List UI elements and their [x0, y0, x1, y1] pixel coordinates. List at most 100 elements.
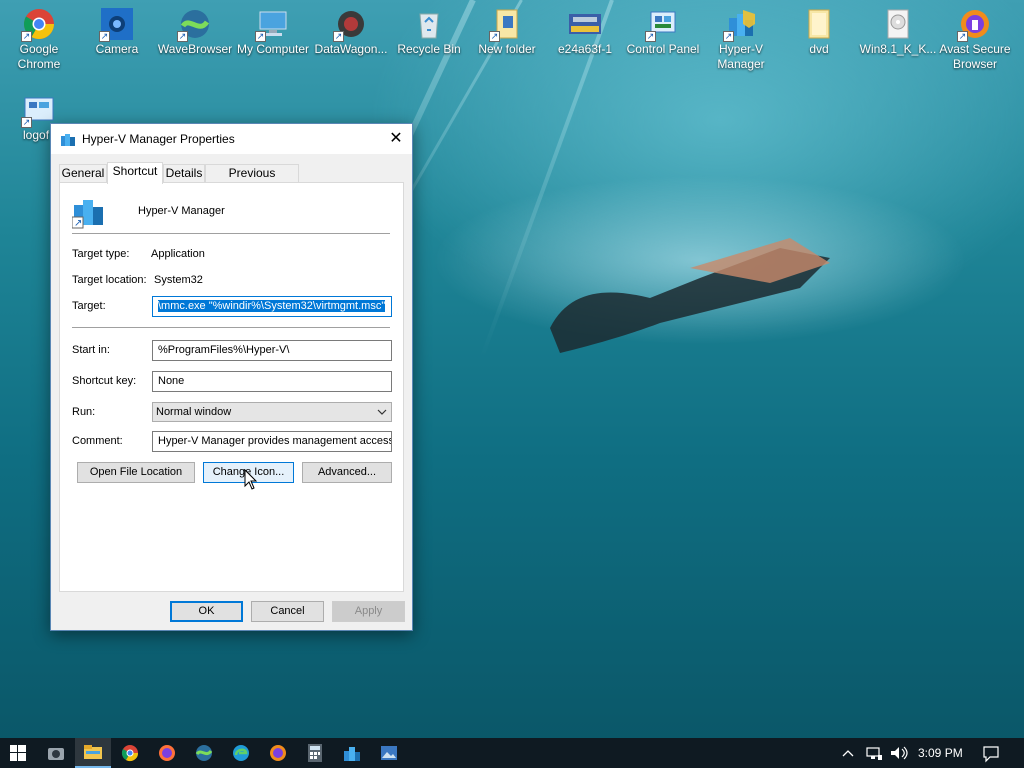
- desktop-icon-e24a63f[interactable]: e24a63f-1: [546, 0, 624, 57]
- network-tray-button[interactable]: [865, 738, 883, 768]
- desktop-icon-win81[interactable]: Win8.1_K_K...: [858, 0, 938, 57]
- photos-icon: [381, 746, 397, 760]
- hyperv-icon: [344, 747, 360, 761]
- desktop-icon-label: Recycle Bin: [397, 42, 461, 56]
- avast-browser-icon: [270, 745, 286, 761]
- start-in-field[interactable]: %ProgramFiles%\Hyper-V\: [152, 340, 392, 361]
- taskbar-file-explorer[interactable]: [75, 738, 111, 768]
- taskbar: 3:09 PM: [0, 738, 1024, 768]
- hyperv-icon: ↗: [71, 195, 106, 229]
- mouse-cursor-icon: [244, 469, 258, 490]
- desktop-icon-label: e24a63f-1: [557, 42, 613, 56]
- comment-label: Comment:: [72, 435, 123, 447]
- properties-dialog: Hyper-V Manager Properties ✕ General Sho…: [50, 123, 413, 631]
- chevron-up-icon: [842, 750, 854, 757]
- control-panel-icon: ↗: [645, 8, 679, 42]
- start-button[interactable]: [0, 738, 36, 768]
- desktop-icon-label: My Computer: [236, 42, 310, 56]
- run-select-value: Normal window: [156, 406, 232, 418]
- desktop-icon-datawagon[interactable]: ↗ DataWagon...: [312, 0, 390, 57]
- target-type-value: Application: [151, 248, 205, 260]
- cancel-button[interactable]: Cancel: [251, 601, 324, 622]
- desktop-icon-google-chrome[interactable]: ↗ Google Chrome: [0, 0, 78, 72]
- logoff-shortcut-icon: ↗: [21, 94, 55, 128]
- hyperv-icon: ↗: [723, 8, 757, 42]
- camera-icon: [48, 748, 64, 760]
- taskbar-edge[interactable]: [223, 738, 259, 768]
- wallpaper-diver: [550, 238, 830, 353]
- desktop-icon-dvd[interactable]: dvd: [780, 0, 858, 57]
- target-label: Target:: [72, 300, 106, 312]
- chrome-icon: ↗: [21, 8, 55, 42]
- network-icon: [866, 747, 882, 760]
- desktop-icon-camera[interactable]: ↗ Camera: [78, 0, 156, 57]
- run-label: Run:: [72, 406, 96, 418]
- computer-icon: ↗: [255, 8, 289, 42]
- shortcut-panel: ↗ Hyper-V Manager Target type: Applicati…: [59, 182, 404, 592]
- desktop-icon-wavebrowser[interactable]: ↗ WaveBrowser: [156, 0, 234, 57]
- taskbar-calculator[interactable]: [297, 738, 333, 768]
- apply-button[interactable]: Apply: [332, 601, 405, 622]
- taskbar-camera[interactable]: [38, 738, 74, 768]
- taskbar-wavebrowser[interactable]: [186, 738, 222, 768]
- close-button[interactable]: ✕: [380, 124, 412, 154]
- start-in-label: Start in:: [72, 344, 110, 356]
- taskbar-avast-browser[interactable]: [260, 738, 296, 768]
- camera-icon: ↗: [99, 8, 133, 42]
- chrome-icon: [121, 745, 139, 762]
- desktop-icon-control-panel[interactable]: ↗ Control Panel: [624, 0, 702, 57]
- target-location-value: System32: [154, 274, 203, 286]
- datawagon-icon: ↗: [333, 8, 367, 42]
- desktop-icon-label: Avast Secure Browser: [939, 42, 1011, 71]
- dialog-title: Hyper-V Manager Properties: [82, 132, 235, 146]
- tab-details[interactable]: Details: [163, 164, 205, 183]
- advanced-button[interactable]: Advanced...: [302, 462, 392, 483]
- desktop-icon-label: Camera: [95, 42, 139, 56]
- firefox-icon: [159, 745, 175, 761]
- tab-previous-versions[interactable]: Previous Versions: [205, 164, 299, 197]
- action-center-button[interactable]: [982, 738, 1000, 768]
- open-file-location-button[interactable]: Open File Location: [77, 462, 195, 483]
- hyperv-icon: [60, 131, 76, 147]
- image-file-icon: [569, 8, 601, 40]
- run-select[interactable]: Normal window: [152, 402, 392, 422]
- desktop-icon-label: Win8.1_K_K...: [859, 42, 937, 56]
- taskbar-photos[interactable]: [371, 738, 407, 768]
- shortcut-key-label: Shortcut key:: [72, 375, 137, 387]
- volume-tray-button[interactable]: [889, 738, 909, 768]
- wavebrowser-icon: [195, 745, 213, 761]
- desktop-icon-label: DataWagon...: [314, 42, 388, 56]
- tab-general[interactable]: General: [59, 164, 107, 183]
- shortcut-key-field[interactable]: None: [152, 371, 392, 392]
- desktop-icon-recycle-bin[interactable]: Recycle Bin: [390, 0, 468, 57]
- divider: [72, 233, 390, 234]
- file-explorer-icon: [84, 745, 102, 759]
- volume-icon: [891, 746, 908, 760]
- notification-icon: [983, 746, 999, 763]
- wavebrowser-icon: ↗: [177, 8, 211, 42]
- target-type-label: Target type:: [72, 248, 130, 260]
- target-field[interactable]: \mmc.exe "%windir%\System32\virtmgmt.msc…: [152, 296, 392, 317]
- desktop-icon-label: New folder: [478, 42, 536, 56]
- svg-text:↗: ↗: [74, 218, 82, 229]
- desktop-icon-new-folder[interactable]: ↗ New folder: [468, 0, 546, 57]
- desktop-icon-hyperv-manager[interactable]: ↗ Hyper-V Manager: [702, 0, 780, 72]
- show-hidden-icons-button[interactable]: [842, 738, 854, 768]
- ok-button[interactable]: OK: [170, 601, 243, 622]
- taskbar-hyperv[interactable]: [334, 738, 370, 768]
- desktop-icon-label: WaveBrowser: [157, 42, 233, 56]
- edge-icon: [233, 745, 249, 761]
- close-icon: ✕: [389, 130, 403, 147]
- taskbar-firefox[interactable]: [149, 738, 185, 768]
- taskbar-chrome[interactable]: [112, 738, 148, 768]
- comment-field[interactable]: Hyper-V Manager provides management acce…: [152, 431, 392, 452]
- folder-icon: ↗: [489, 8, 523, 42]
- disc-image-icon: [882, 8, 914, 40]
- clock[interactable]: 3:09 PM: [918, 738, 963, 768]
- desktop-icon-label: dvd: [809, 42, 829, 56]
- desktop-icon-my-computer[interactable]: ↗ My Computer: [234, 0, 312, 57]
- dialog-titlebar[interactable]: Hyper-V Manager Properties ✕: [51, 124, 412, 154]
- desktop-icon-avast-secure-browser[interactable]: ↗ Avast Secure Browser: [936, 0, 1014, 72]
- desktop-icon-label: Control Panel: [626, 42, 700, 56]
- tab-shortcut[interactable]: Shortcut: [107, 162, 163, 184]
